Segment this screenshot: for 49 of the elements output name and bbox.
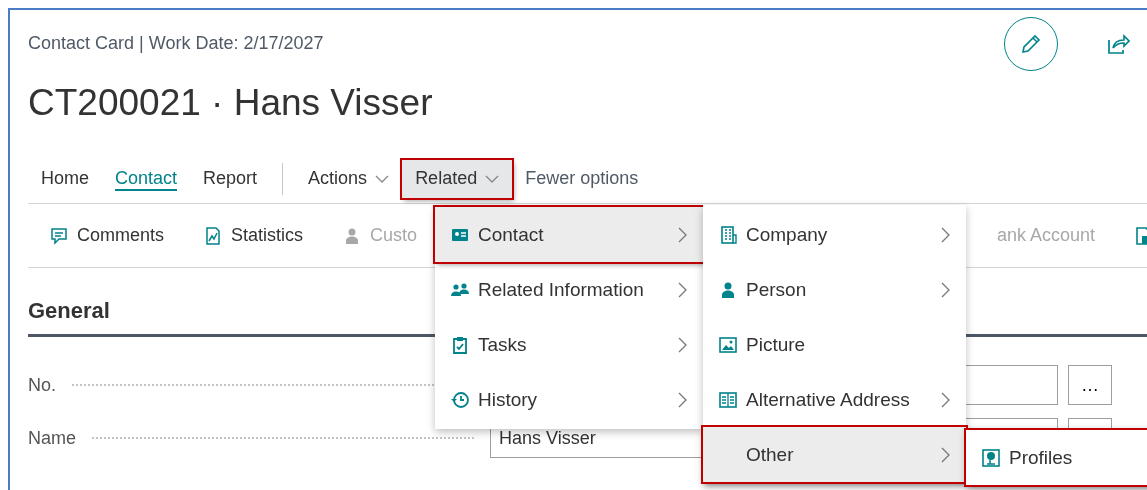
section-title: General (28, 298, 110, 324)
chart-icon (204, 226, 223, 245)
share-icon[interactable] (1108, 34, 1130, 54)
book-icon (719, 390, 737, 409)
person-icon (719, 280, 737, 299)
history-icon (451, 390, 469, 409)
menu-item[interactable]: Related Information (435, 262, 703, 317)
profile-icon (982, 448, 1000, 467)
menu-item[interactable]: Other (703, 427, 966, 482)
clipboard-icon (451, 335, 469, 354)
menu-item[interactable]: Alternative Address (703, 372, 966, 427)
action-button[interactable]: Statistics (204, 225, 304, 246)
ribbon-tab[interactable]: Home (28, 159, 102, 198)
people-icon (451, 280, 469, 299)
caret-icon (485, 173, 500, 184)
menu-tab[interactable]: Actions (295, 159, 403, 198)
menu-item[interactable]: Profiles (966, 430, 1147, 485)
chevron-icon (677, 226, 687, 243)
ribbon-tab[interactable]: Report (190, 159, 271, 198)
menu-item[interactable]: Person (703, 262, 966, 317)
menu-item[interactable]: Picture (703, 317, 966, 372)
menu-item[interactable]: Company (703, 207, 966, 262)
menu-item[interactable]: Tasks (435, 317, 703, 372)
document-icon (1135, 226, 1147, 245)
chevron-icon (940, 446, 950, 463)
chevron-icon (940, 281, 950, 298)
page-caption: Contact Card | Work Date: 2/17/2027 (28, 32, 325, 54)
pencil-icon (1019, 32, 1043, 56)
caret-icon (375, 173, 390, 184)
chevron-icon (677, 391, 687, 408)
chevron-icon (677, 336, 687, 353)
lookup-button[interactable]: … (1068, 365, 1112, 405)
building-icon (719, 225, 737, 244)
field-label: Name (28, 427, 76, 449)
edit-button[interactable] (1004, 17, 1058, 71)
action-button[interactable]: Comments (50, 225, 165, 246)
picture-icon (719, 335, 737, 354)
comment-icon (50, 226, 68, 245)
fewer-options-link[interactable]: Fewer options (512, 159, 652, 198)
chevron-icon (677, 281, 687, 298)
menu-item[interactable]: Contact (435, 207, 703, 262)
ribbon-tab[interactable]: Contact (102, 159, 191, 198)
action-icon-button[interactable] (1135, 226, 1147, 245)
menu-tab[interactable]: Related (402, 159, 513, 198)
chevron-icon (940, 226, 950, 243)
page-title: CT200021 · Hans Visser (28, 81, 433, 125)
chevron-icon (940, 391, 950, 408)
menu-item[interactable]: History (435, 372, 703, 427)
field-label: No. (28, 374, 56, 396)
